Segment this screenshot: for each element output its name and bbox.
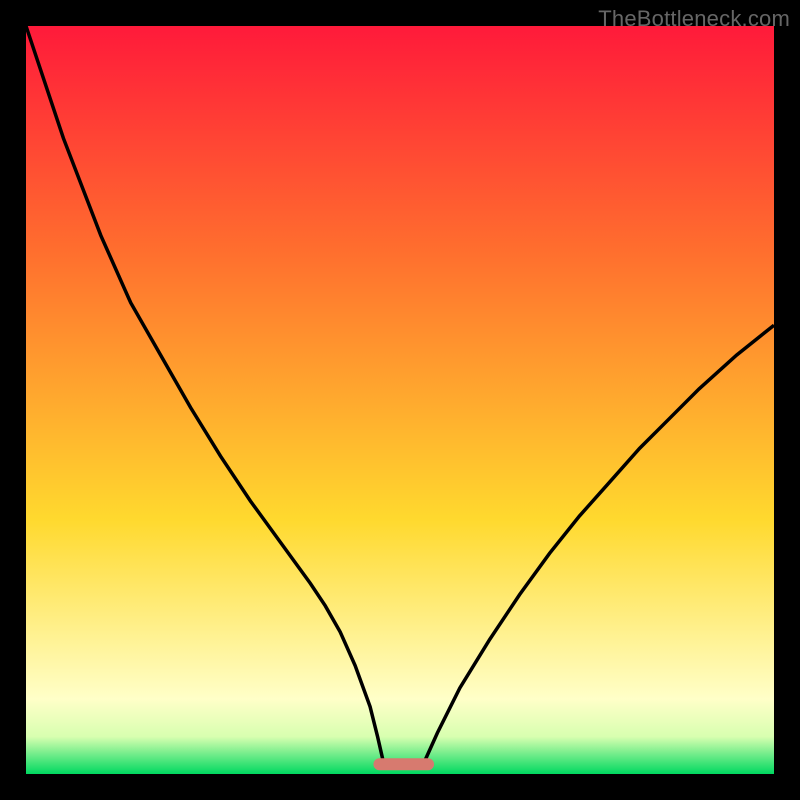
- gradient-bg: [26, 26, 774, 774]
- chart-frame: [26, 26, 774, 774]
- plot-area: [26, 26, 774, 774]
- watermark-text: TheBottleneck.com: [598, 6, 790, 32]
- chart-svg: [26, 26, 774, 774]
